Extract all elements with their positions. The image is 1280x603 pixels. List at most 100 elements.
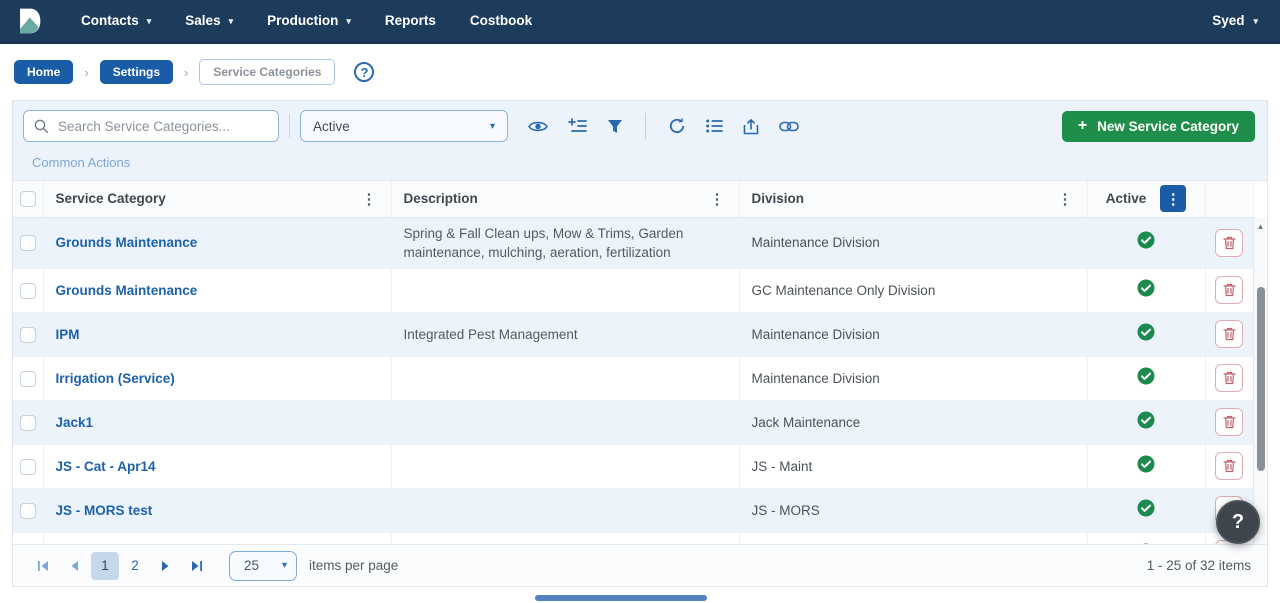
new-service-category-label: New Service Category	[1097, 119, 1239, 134]
link-icon[interactable]	[779, 121, 799, 132]
table-row: Irrigation (Service) Maintenance Division	[13, 356, 1253, 400]
nav-reports[interactable]: Reports	[385, 13, 436, 28]
first-page-button[interactable]	[29, 552, 57, 580]
status-filter-select[interactable]: Active ▾	[300, 110, 508, 142]
row-checkbox[interactable]	[20, 327, 36, 343]
row-checkbox[interactable]	[20, 283, 36, 299]
service-category-link[interactable]: Jack1	[56, 415, 94, 430]
delete-button[interactable]	[1215, 364, 1243, 392]
page-button-2[interactable]: 2	[122, 552, 148, 580]
column-menu-icon-active[interactable]: ⋮	[1160, 185, 1186, 212]
nav-production[interactable]: Production ▾	[267, 13, 351, 28]
table-body: Grounds MaintenanceSpring & Fall Clean u…	[13, 217, 1253, 548]
plus-icon: +	[1078, 118, 1087, 134]
trash-icon	[1223, 327, 1236, 341]
main-menu: Contacts ▾ Sales ▾ Production ▾ Reports …	[81, 13, 532, 28]
page-help-icon[interactable]: ?	[354, 62, 374, 82]
table-row: Grounds MaintenanceGC Maintenance Only D…	[13, 268, 1253, 312]
table-row: JS - Cat - Apr14JS - Maint	[13, 444, 1253, 488]
delete-button[interactable]	[1215, 408, 1243, 436]
trash-icon	[1223, 283, 1236, 297]
service-category-link[interactable]: JS - MORS test	[56, 503, 153, 518]
table-row: JS - MORS testJS - MORS	[13, 488, 1253, 532]
select-all-checkbox[interactable]	[20, 191, 36, 207]
division-cell: Maintenance Division	[739, 312, 1087, 356]
user-menu[interactable]: Syed ▾	[1212, 13, 1258, 28]
common-actions-link[interactable]: Common Actions	[13, 151, 1267, 180]
toolbar-icons	[528, 113, 799, 139]
breadcrumb: Home › Settings › Service Categories ?	[0, 44, 1280, 100]
grid-toolbar: Active ▾	[13, 101, 1267, 151]
previous-page-button[interactable]	[60, 552, 88, 580]
column-header-active: Active	[1106, 191, 1147, 206]
row-checkbox[interactable]	[20, 235, 36, 251]
next-page-button[interactable]	[151, 552, 179, 580]
table-header-row: Service Category ⋮ Description ⋮ Divisio…	[13, 181, 1253, 217]
delete-button[interactable]	[1215, 320, 1243, 348]
scrollbar-thumb[interactable]	[1257, 287, 1265, 471]
row-checkbox[interactable]	[20, 459, 36, 475]
active-check-icon	[1137, 411, 1155, 429]
toolbar-divider	[289, 114, 290, 138]
page-size-select[interactable]: 25 ▾	[229, 551, 297, 581]
breadcrumb-separator: ›	[84, 65, 88, 80]
column-menu-icon[interactable]: ⋮	[708, 190, 727, 208]
row-checkbox[interactable]	[20, 503, 36, 519]
nav-sales[interactable]: Sales ▾	[185, 13, 233, 28]
scroll-up-icon[interactable]: ▲	[1254, 218, 1267, 231]
table-row: Jack1 Jack Maintenance	[13, 400, 1253, 444]
row-checkbox[interactable]	[20, 371, 36, 387]
column-menu-icon[interactable]: ⋮	[360, 190, 379, 208]
breadcrumb-home[interactable]: Home	[14, 60, 73, 84]
export-icon[interactable]	[743, 118, 759, 135]
search-input[interactable]	[58, 119, 268, 134]
nav-production-label: Production	[267, 13, 338, 28]
description-cell	[391, 356, 739, 400]
chevron-down-icon: ▾	[346, 15, 351, 26]
trash-icon	[1223, 371, 1236, 385]
last-page-button[interactable]	[182, 552, 210, 580]
column-header-service-category: Service Category	[56, 191, 166, 206]
list-view-icon[interactable]	[706, 119, 723, 133]
description-cell	[391, 488, 739, 532]
add-filter-icon[interactable]	[568, 118, 587, 134]
service-category-link[interactable]: Grounds Maintenance	[56, 235, 198, 250]
column-menu-icon[interactable]: ⋮	[1056, 190, 1075, 208]
nav-costbook[interactable]: Costbook	[470, 13, 532, 28]
division-cell: Jack Maintenance	[739, 400, 1087, 444]
active-check-icon	[1137, 279, 1155, 297]
breadcrumb-separator: ›	[184, 65, 188, 80]
trash-icon	[1223, 459, 1236, 473]
brand-logo-icon[interactable]	[13, 6, 43, 36]
user-name: Syed	[1212, 13, 1244, 28]
description-cell: Integrated Pest Management	[391, 312, 739, 356]
new-service-category-button[interactable]: + New Service Category	[1062, 111, 1255, 142]
table-row: IPM Integrated Pest ManagementMaintenance…	[13, 312, 1253, 356]
filter-funnel-icon[interactable]	[607, 119, 623, 134]
division-cell: Maintenance Division	[739, 356, 1087, 400]
chevron-down-icon: ▾	[1253, 15, 1258, 26]
service-category-link[interactable]: JS - Cat - Apr14	[56, 459, 156, 474]
chevron-down-icon: ▾	[282, 560, 287, 571]
delete-button[interactable]	[1215, 276, 1243, 304]
delete-button[interactable]	[1215, 229, 1243, 257]
horizontal-scrollbar-thumb[interactable]	[535, 595, 707, 601]
search-box[interactable]	[23, 110, 279, 142]
delete-button[interactable]	[1215, 452, 1243, 480]
page-button-1[interactable]: 1	[91, 552, 119, 580]
floating-help-button[interactable]: ?	[1216, 500, 1260, 544]
row-checkbox[interactable]	[20, 415, 36, 431]
breadcrumb-settings[interactable]: Settings	[100, 60, 173, 84]
refresh-icon[interactable]	[668, 117, 686, 135]
service-category-link[interactable]: Irrigation (Service)	[56, 371, 175, 386]
description-cell	[391, 444, 739, 488]
visibility-eye-icon[interactable]	[528, 120, 548, 133]
service-category-link[interactable]: IPM	[56, 327, 80, 342]
vertical-scrollbar[interactable]: ▲	[1253, 218, 1267, 548]
nav-sales-label: Sales	[185, 13, 220, 28]
service-category-link[interactable]: Grounds Maintenance	[56, 283, 198, 298]
status-filter-value: Active	[313, 119, 350, 134]
service-categories-grid: Service Category ⋮ Description ⋮ Divisio…	[13, 180, 1267, 548]
nav-contacts[interactable]: Contacts ▾	[81, 13, 151, 28]
chevron-down-icon: ▾	[490, 121, 495, 132]
